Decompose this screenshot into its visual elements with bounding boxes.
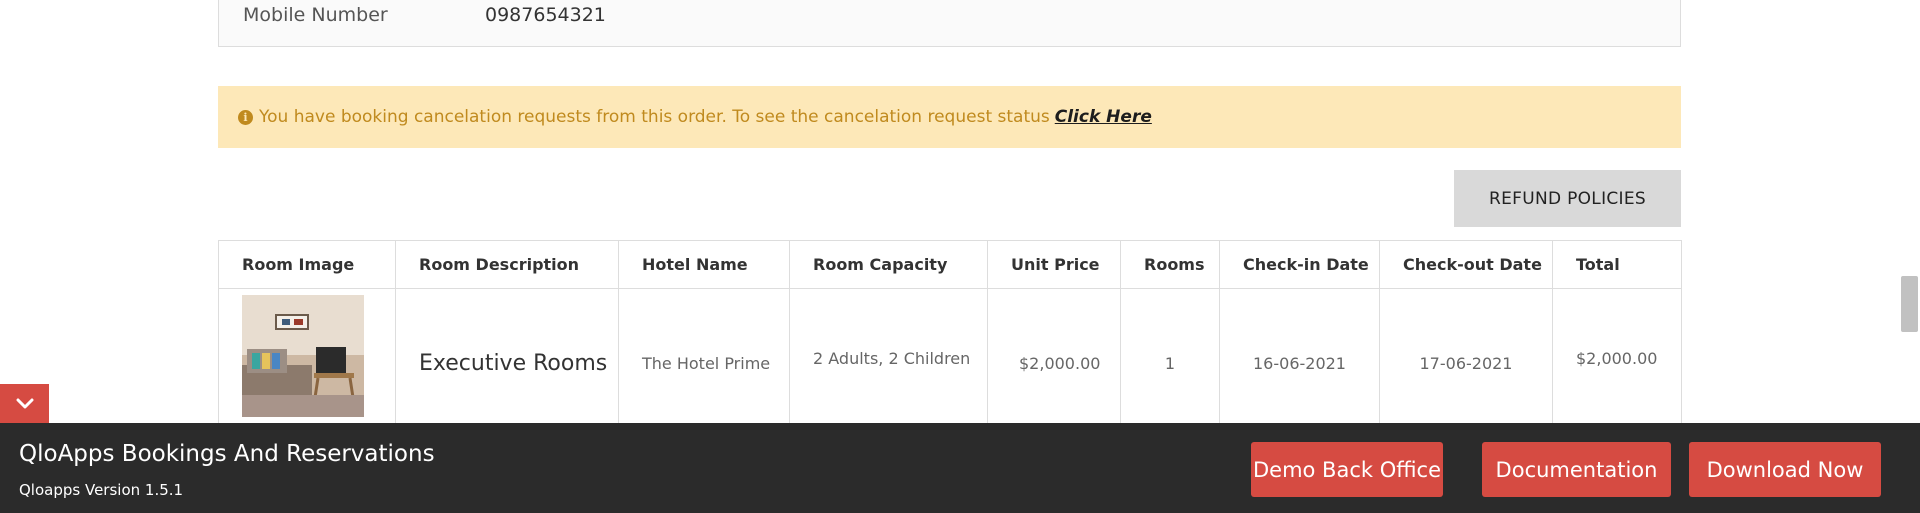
scrollbar-thumb[interactable]: [1901, 276, 1918, 332]
total-cell: $2,000.00: [1552, 288, 1682, 439]
room-image[interactable]: [242, 294, 364, 417]
refund-policies-button[interactable]: REFUND POLICIES: [1454, 170, 1681, 227]
click-here-link[interactable]: Click Here: [1055, 107, 1152, 127]
header-room-capacity: Room Capacity: [789, 240, 988, 289]
room-name: Executive Rooms: [419, 351, 608, 376]
header-hotel-name: Hotel Name: [618, 240, 790, 289]
mobile-value: 0987654321: [485, 4, 606, 26]
scrollbar-track[interactable]: [1899, 0, 1920, 423]
info-circle-icon: i: [238, 109, 253, 125]
demo-back-office-button[interactable]: Demo Back Office: [1251, 442, 1443, 497]
hotel-name-cell: The Hotel Prime: [618, 288, 790, 439]
order-table: Room Image Room Description Hotel Name R…: [218, 240, 1682, 439]
header-check-out-date: Check-out Date: [1379, 240, 1553, 289]
header-unit-price: Unit Price: [987, 240, 1121, 289]
room-description-cell: Executive Rooms: [395, 288, 619, 439]
alert-message: You have booking cancelation requests fr…: [259, 107, 1050, 127]
header-total: Total: [1552, 240, 1682, 289]
header-room-description: Room Description: [395, 240, 619, 289]
header-rooms: Rooms: [1120, 240, 1220, 289]
table-header-row: Room Image Room Description Hotel Name R…: [218, 240, 1682, 289]
table-row: Executive Rooms The Hotel Prime 2 Adults…: [218, 288, 1682, 439]
room-photo-illustration: [242, 294, 364, 417]
header-check-in-date: Check-in Date: [1219, 240, 1380, 289]
documentation-button[interactable]: Documentation: [1482, 442, 1671, 497]
rooms-cell: 1: [1120, 288, 1220, 439]
download-now-button[interactable]: Download Now: [1689, 442, 1881, 497]
footer-title: QloApps Bookings And Reservations: [19, 441, 435, 467]
room-capacity-cell: 2 Adults, 2 Children: [789, 288, 988, 439]
check-out-cell: 17-06-2021: [1379, 288, 1553, 439]
footer-version: Qloapps Version 1.5.1: [19, 481, 184, 499]
customer-info-box: Mobile Number 0987654321: [218, 0, 1681, 47]
cancelation-alert: i You have booking cancelation requests …: [218, 86, 1681, 148]
check-in-cell: 16-06-2021: [1219, 288, 1380, 439]
header-room-image: Room Image: [218, 240, 396, 289]
mobile-label: Mobile Number: [243, 4, 388, 26]
room-image-cell: [218, 288, 396, 439]
footer-toggle-button[interactable]: [0, 384, 49, 423]
demo-footer-bar: QloApps Bookings And Reservations Qloapp…: [0, 423, 1920, 513]
unit-price-cell: $2,000.00: [987, 288, 1121, 439]
chevron-down-icon: [16, 398, 33, 408]
